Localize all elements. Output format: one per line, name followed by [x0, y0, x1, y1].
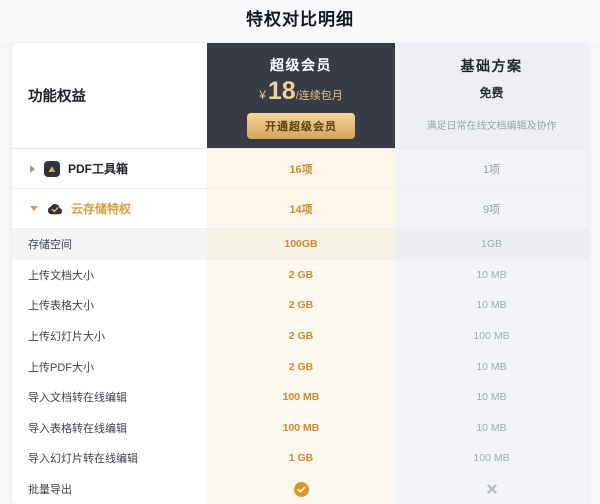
premium-value: 2 GB	[289, 361, 314, 373]
page-header: 特权对比明细	[0, 0, 600, 42]
basic-value: 10 MB	[476, 391, 506, 403]
basic-value-cell: 100 MB	[395, 443, 588, 474]
feature-row-label: 存储空间	[12, 229, 207, 260]
feature-row: 上传PDF大小 2 GB 10 MB	[12, 351, 588, 382]
premium-value: 14项	[289, 201, 312, 217]
feature-row: 导入文档转在线编辑 100 MB 10 MB	[12, 382, 588, 413]
comparison-table: 功能权益 超级会员 ¥ 18 /连续包月 开通超级会员 基础方案 免费 满足日常…	[11, 42, 589, 504]
feature-row: 导入幻灯片转在线编辑 1 GB 100 MB	[12, 443, 588, 474]
chevron-down-icon[interactable]	[30, 206, 38, 211]
premium-price: ¥ 18 /连续包月	[259, 79, 343, 104]
x-mark-icon	[487, 484, 497, 494]
basic-plan-header: 基础方案 免费 满足日常在线文档编辑及协作	[395, 43, 588, 148]
premium-value-cell: 2 GB	[207, 321, 395, 352]
basic-value: 10 MB	[476, 361, 506, 373]
feature-row: 导入表格转在线编辑 100 MB 10 MB	[12, 413, 588, 444]
premium-value: 100 MB	[283, 391, 320, 403]
feature-row-label: 导入幻灯片转在线编辑	[12, 443, 207, 474]
premium-value-cell	[207, 474, 395, 504]
group-row-pdf-left: PDF工具箱	[12, 149, 207, 188]
feature-row-label: 上传文档大小	[12, 260, 207, 291]
basic-value-cell	[395, 474, 588, 504]
basic-plan-name: 基础方案	[461, 56, 523, 76]
premium-value: 2 GB	[289, 330, 314, 342]
premium-value: 2 GB	[289, 299, 314, 311]
feature-row: 上传文档大小 2 GB 10 MB	[12, 260, 588, 291]
premium-value: 1 GB	[289, 452, 314, 464]
basic-value: 9项	[483, 201, 500, 217]
feature-row: 上传幻灯片大小 2 GB 100 MB	[12, 321, 588, 352]
basic-value: 1GB	[481, 238, 502, 250]
group-row-cloud-storage[interactable]: 云存储特权 14项 9项	[12, 189, 588, 229]
price-amount: 18	[268, 79, 296, 104]
feature-row: 存储空间 100GB 1GB	[12, 229, 588, 260]
feature-row-label: 批量导出	[12, 474, 207, 504]
basic-plan-description: 满足日常在线文档编辑及协作	[427, 117, 557, 132]
feature-row: 批量导出	[12, 474, 588, 504]
premium-value: 100 MB	[283, 422, 320, 434]
subscribe-button[interactable]: 开通超级会员	[247, 113, 355, 139]
group-premium-value-cell: 14项	[207, 189, 395, 228]
basic-value-cell: 10 MB	[395, 413, 588, 444]
feature-row-label: 上传表格大小	[12, 290, 207, 321]
basic-value: 10 MB	[476, 299, 506, 311]
group-premium-value-cell: 16项	[207, 149, 395, 188]
feature-row-label: 导入文档转在线编辑	[12, 382, 207, 413]
group-row-pdf-toolbox[interactable]: PDF工具箱 16项 1项	[12, 149, 588, 189]
premium-value-cell: 100GB	[207, 229, 395, 260]
group-label: 云存储特权	[71, 200, 131, 217]
feature-row-label: 上传幻灯片大小	[12, 321, 207, 352]
premium-value-cell: 1 GB	[207, 443, 395, 474]
cloud-check-icon	[47, 201, 63, 217]
group-label: PDF工具箱	[68, 160, 128, 177]
premium-value: 16项	[289, 161, 312, 177]
group-row-cloud-left: 云存储特权	[12, 189, 207, 228]
feature-column-header: 功能权益	[12, 43, 207, 148]
premium-value-cell: 2 GB	[207, 351, 395, 382]
basic-value: 100 MB	[473, 330, 509, 342]
basic-value: 10 MB	[476, 269, 506, 281]
pdf-icon	[44, 161, 60, 177]
premium-value: 2 GB	[289, 269, 314, 281]
group-basic-value-cell: 1项	[395, 149, 588, 188]
basic-value-cell: 10 MB	[395, 260, 588, 291]
feature-row-label: 上传PDF大小	[12, 351, 207, 382]
chevron-right-icon[interactable]	[30, 165, 35, 173]
basic-value: 1项	[483, 161, 500, 177]
basic-value-cell: 100 MB	[395, 321, 588, 352]
basic-value-cell: 1GB	[395, 229, 588, 260]
basic-value-cell: 10 MB	[395, 351, 588, 382]
check-circle-icon	[294, 482, 309, 497]
basic-value: 100 MB	[473, 452, 509, 464]
page-title: 特权对比明细	[246, 5, 354, 30]
premium-value-cell: 2 GB	[207, 260, 395, 291]
basic-value-cell: 10 MB	[395, 382, 588, 413]
feature-row: 上传表格大小 2 GB 10 MB	[12, 290, 588, 321]
price-period: /连续包月	[296, 87, 343, 103]
price-currency: ¥	[259, 88, 266, 102]
premium-value-cell: 100 MB	[207, 413, 395, 444]
premium-plan-name: 超级会员	[270, 55, 332, 75]
table-header-row: 功能权益 超级会员 ¥ 18 /连续包月 开通超级会员 基础方案 免费 满足日常…	[12, 43, 588, 149]
premium-value-cell: 100 MB	[207, 382, 395, 413]
basic-value-cell: 10 MB	[395, 290, 588, 321]
feature-rows: 存储空间 100GB 1GB 上传文档大小 2 GB 10 MB 上传表格大小 2 GB 10 …	[12, 229, 588, 504]
premium-value: 100GB	[284, 238, 317, 250]
feature-row-label: 导入表格转在线编辑	[12, 413, 207, 444]
group-basic-value-cell: 9项	[395, 189, 588, 228]
feature-column-header-label: 功能权益	[28, 85, 86, 106]
basic-plan-price: 免费	[479, 84, 503, 101]
premium-value-cell: 2 GB	[207, 290, 395, 321]
premium-plan-header: 超级会员 ¥ 18 /连续包月 开通超级会员	[207, 43, 395, 148]
basic-value: 10 MB	[476, 422, 506, 434]
